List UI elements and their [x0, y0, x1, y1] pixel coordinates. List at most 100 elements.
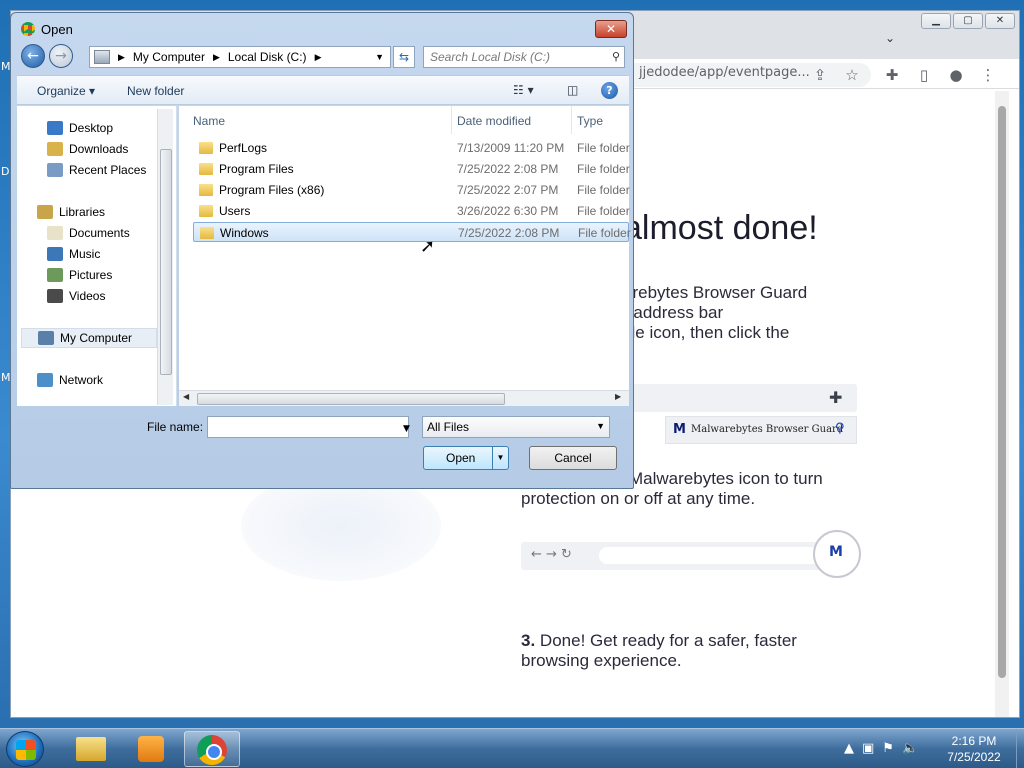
preview-pane-icon[interactable]: ◫	[567, 83, 578, 97]
forward-button[interactable]: →	[49, 44, 73, 68]
desktop-icon-label[interactable]: D	[1, 165, 9, 178]
chevron-down-icon[interactable]: ▼	[375, 52, 384, 62]
open-button[interactable]: Open ▼	[423, 446, 509, 470]
table-row[interactable]: Users 3/26/2022 6:30 PM File folder	[193, 201, 630, 221]
file-list: Name Date modified Type PerfLogs 7/13/200…	[179, 106, 631, 406]
scrollbar-thumb[interactable]	[998, 106, 1006, 678]
nav-item-videos[interactable]: Videos	[47, 286, 105, 306]
start-button[interactable]	[6, 731, 44, 767]
recent-places-icon	[47, 163, 63, 177]
search-icon[interactable]: ⚲	[612, 50, 620, 63]
nav-item-network[interactable]: Network	[37, 370, 103, 390]
address-bar-url: jjedodee/app/eventpage...	[639, 65, 810, 80]
scroll-right-icon[interactable]: ▶	[615, 392, 621, 401]
scrollbar-thumb[interactable]	[197, 393, 505, 405]
search-input[interactable]: Search Local Disk (C:) ⚲	[423, 46, 625, 68]
scrollbar-thumb[interactable]	[160, 149, 172, 375]
column-header-date[interactable]: Date modified	[457, 114, 531, 128]
videos-icon	[47, 289, 63, 303]
folder-icon	[200, 227, 214, 239]
nav-item-recent-places[interactable]: Recent Places	[47, 160, 146, 180]
show-desktop-button[interactable]	[1016, 729, 1024, 768]
volume-icon[interactable]: 🔈	[902, 741, 918, 756]
minimize-button[interactable]: ▁	[921, 13, 951, 29]
share-icon[interactable]: ⇪	[811, 66, 829, 84]
horizontal-scrollbar[interactable]: ◀ ▶	[179, 390, 629, 406]
nav-item-music[interactable]: Music	[47, 244, 100, 264]
windows-logo-icon	[16, 740, 36, 760]
pin-icon: ⚲	[835, 421, 845, 436]
pictures-icon	[47, 268, 63, 282]
file-name-input[interactable]	[207, 416, 409, 438]
action-center-flag-icon[interactable]: ⚑	[882, 741, 894, 756]
taskbar-explorer[interactable]	[64, 731, 120, 767]
step-3-text: 3. Done! Get ready for a safer, faster b…	[521, 631, 797, 670]
refresh-button[interactable]: ⇆	[393, 46, 415, 68]
dialog-close-button[interactable]: ✕	[595, 20, 627, 38]
extension-name-label: Malwarebytes Browser Guard	[691, 424, 844, 435]
file-name-label: File name:	[147, 420, 204, 434]
nav-scrollbar[interactable]	[157, 109, 173, 405]
view-options-icon[interactable]: ☷ ▾	[513, 83, 534, 97]
media-player-icon	[138, 736, 164, 762]
new-folder-button[interactable]: New folder	[127, 84, 184, 98]
window-controls: ▁ ▢ ✕	[919, 13, 1015, 29]
column-divider[interactable]	[571, 106, 572, 134]
cancel-button[interactable]: Cancel	[529, 446, 617, 470]
dialog-title: Open	[41, 22, 73, 37]
bookmark-star-icon[interactable]: ☆	[843, 66, 861, 84]
computer-icon	[38, 331, 54, 345]
table-row[interactable]: Program Files 7/25/2022 2:08 PM File folde…	[193, 159, 630, 179]
folder-icon	[199, 184, 213, 196]
help-icon[interactable]: ?	[601, 82, 618, 99]
close-button[interactable]: ✕	[985, 13, 1015, 29]
folder-icon	[199, 163, 213, 175]
chevron-down-icon[interactable]: ▼	[492, 447, 508, 469]
side-panel-icon[interactable]: ▯	[915, 66, 933, 84]
folder-icon	[76, 737, 106, 761]
table-row[interactable]: Program Files (x86) 7/25/2022 2:07 PM File…	[193, 180, 630, 200]
tray-expand-icon[interactable]: ▲	[844, 741, 854, 756]
extensions-puzzle-icon[interactable]: ✚	[883, 66, 901, 84]
menu-kebab-icon[interactable]: ⋮	[979, 66, 997, 84]
chevron-right-icon[interactable]: ▶	[213, 52, 220, 63]
mouse-cursor-icon: ➚	[420, 236, 436, 257]
desktop-icon	[47, 121, 63, 135]
documents-icon	[47, 226, 63, 240]
nav-arrows-icon: ← → ↻	[531, 547, 572, 562]
breadcrumb-local-disk[interactable]: Local Disk (C:)	[228, 50, 307, 64]
toolbar-illustration	[611, 384, 857, 412]
table-row[interactable]: PerfLogs 7/13/2009 11:20 PM File folder	[193, 138, 630, 158]
chevron-right-icon[interactable]: ▶	[118, 52, 125, 63]
chevron-right-icon[interactable]: ▶	[315, 52, 322, 63]
clock[interactable]: 2:16 PM 7/25/2022	[936, 733, 1012, 765]
taskbar-chrome[interactable]	[184, 731, 240, 767]
nav-item-pictures[interactable]: Pictures	[47, 265, 112, 285]
taskbar-media-player[interactable]	[124, 731, 180, 767]
chrome-icon	[197, 735, 227, 765]
nav-item-documents[interactable]: Documents	[47, 223, 130, 243]
column-header-name[interactable]: Name	[193, 114, 225, 128]
nav-item-desktop[interactable]: Desktop	[47, 118, 113, 138]
address-breadcrumb[interactable]: ▶ My Computer ▶ Local Disk (C:) ▶ ▼	[89, 46, 391, 68]
navigation-pane: Desktop Downloads Recent Places Librarie…	[17, 106, 177, 406]
chrome-app-icon	[21, 22, 35, 36]
chevron-down-icon[interactable]: ▼	[596, 421, 605, 431]
maximize-button[interactable]: ▢	[953, 13, 983, 29]
table-row-selected[interactable]: Windows 7/25/2022 2:08 PM File folder	[193, 222, 631, 242]
profile-avatar-icon[interactable]: ●	[947, 66, 965, 84]
column-header-type[interactable]: Type	[577, 114, 603, 128]
breadcrumb-my-computer[interactable]: My Computer	[133, 50, 205, 64]
column-divider[interactable]	[451, 106, 452, 134]
network-icon	[37, 373, 53, 387]
nav-item-downloads[interactable]: Downloads	[47, 139, 128, 159]
organize-button[interactable]: Organize ▾	[37, 84, 95, 98]
nav-item-my-computer[interactable]: My Computer	[21, 328, 157, 348]
file-type-select[interactable]: All Files ▼	[422, 416, 610, 438]
nav-item-libraries[interactable]: Libraries	[37, 202, 105, 222]
back-button[interactable]: ←	[21, 44, 45, 68]
network-tray-icon[interactable]: ▣	[862, 741, 874, 756]
tab-search-chevron-icon[interactable]: ⌄	[885, 31, 895, 45]
page-scrollbar[interactable]	[995, 91, 1009, 717]
scroll-left-icon[interactable]: ◀	[183, 392, 189, 401]
